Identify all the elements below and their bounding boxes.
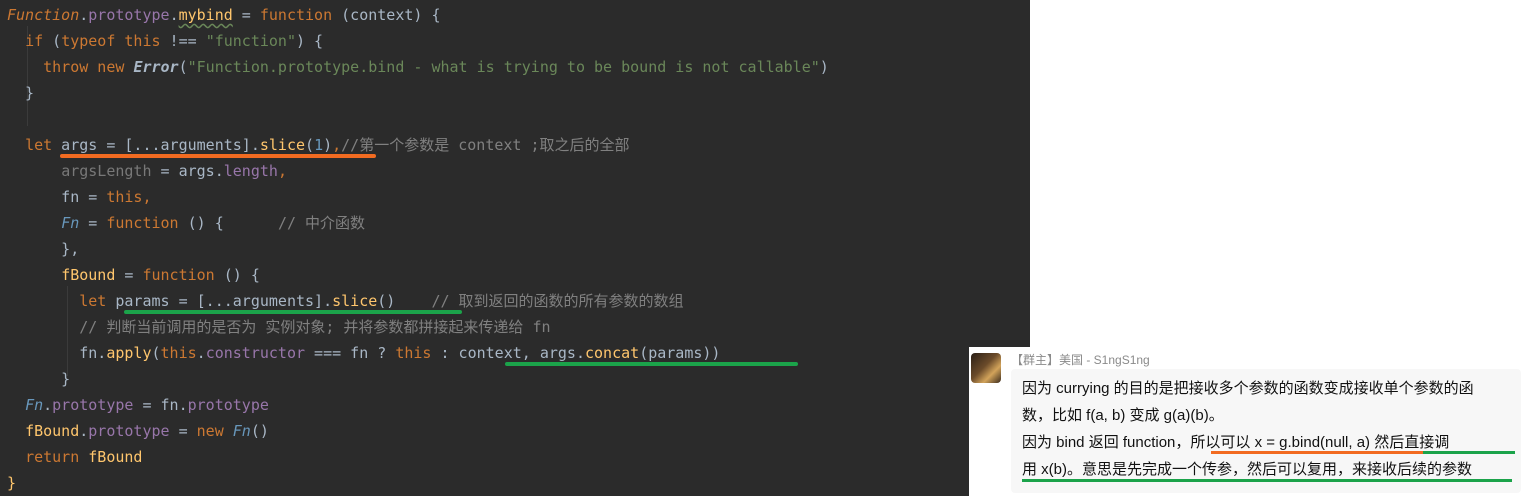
code-line: fBound.prototype = new Fn() — [25, 422, 269, 440]
comment-username: 【群主】美国 - S1ngS1ng — [1011, 353, 1150, 367]
code-line: argsLength = args.length, — [61, 162, 287, 180]
code-line: fn = this, — [7, 188, 152, 206]
comment-line-2: 数，比如 f(a, b) 变成 g(a)(b)。 — [1022, 407, 1224, 424]
code-line: return fBound — [25, 448, 143, 466]
comment-line-1: 因为 currying 的目的是把接收多个参数的函数变成接收单个参数的函 — [1022, 380, 1474, 397]
code-line: throw new Error("Function.prototype.bind… — [43, 58, 829, 76]
highlight-args-underline — [60, 154, 376, 158]
code-line: } — [7, 474, 17, 492]
chat-comment: 【群主】美国 - S1ngS1ng 因为 currying 的目的是把接收多个参… — [969, 347, 1529, 496]
comment-bubble: 因为 currying 的目的是把接收多个参数的函数变成接收单个参数的函 数，比… — [1011, 369, 1521, 493]
code-line: } — [7, 370, 71, 388]
code-line: Function.prototype.mybind = function (co… — [7, 6, 441, 24]
green-underline-then-call — [1423, 451, 1515, 454]
code-line: // 判断当前调用的是否为 实例对象; 并将参数都拼接起来传递给 fn — [79, 318, 551, 336]
code-line: fBound = function () { — [61, 266, 260, 284]
green-underline-reuse — [1022, 479, 1512, 482]
user-avatar[interactable] — [971, 353, 1001, 383]
code-line: if (typeof this !== "function") { — [25, 32, 324, 50]
code-line: Fn = function () { // 中介函数 — [61, 214, 366, 232]
highlight-context-concat-underline — [505, 362, 798, 366]
orange-underline-bind-example — [1211, 451, 1423, 454]
code-line: }, — [7, 240, 80, 258]
code-line: } — [7, 84, 35, 102]
highlight-params-underline — [124, 310, 462, 314]
code-line: Fn.prototype = fn.prototype — [25, 396, 269, 414]
code-editor[interactable]: Function.prototype.mybind = function (co… — [0, 0, 1030, 496]
